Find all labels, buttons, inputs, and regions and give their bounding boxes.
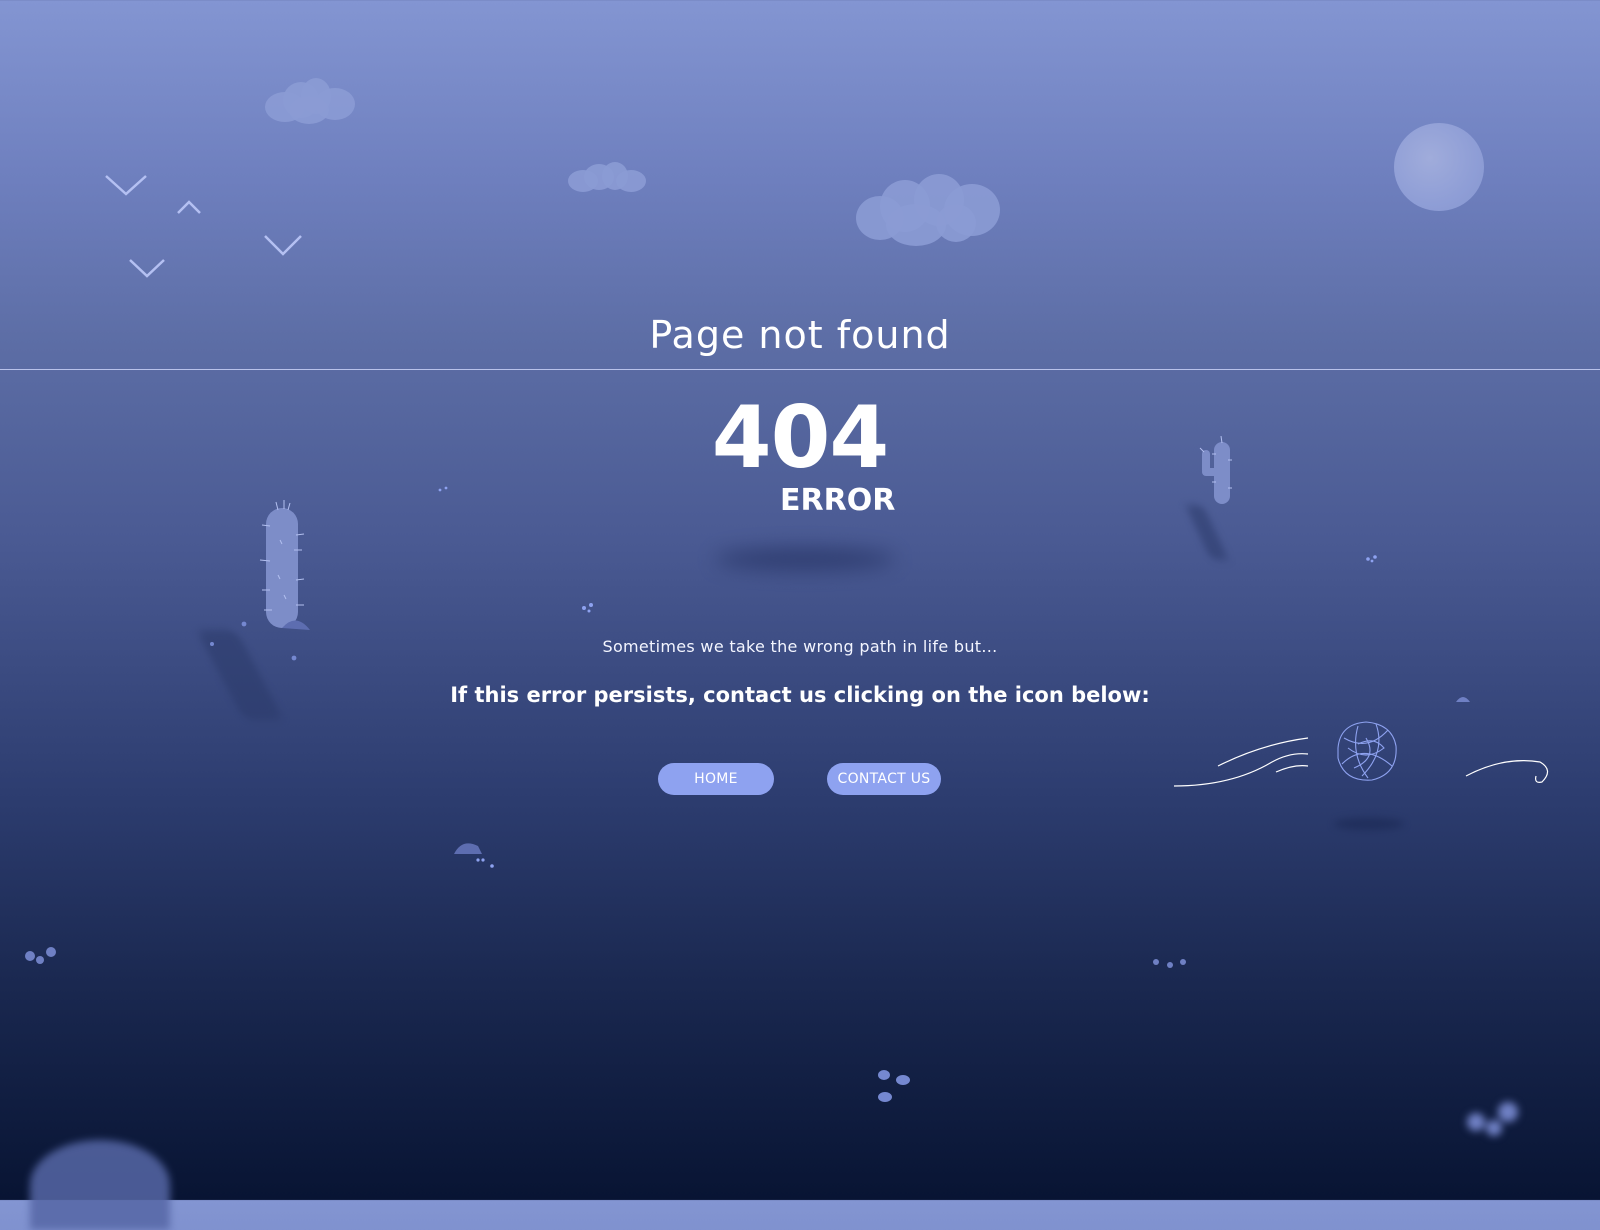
- horizon-line: [0, 369, 1600, 370]
- cloud-icon: [568, 162, 650, 196]
- bird-icon: [129, 259, 165, 278]
- contact-us-button[interactable]: CONTACT US: [827, 763, 941, 795]
- home-button[interactable]: HOME: [658, 763, 774, 795]
- moon-icon: [1394, 123, 1484, 211]
- birds-group: [105, 175, 302, 278]
- error-code: 404: [711, 388, 890, 488]
- rock-icon: [30, 1140, 170, 1230]
- error-shadow: [715, 548, 895, 570]
- cactus-icon: [259, 500, 310, 630]
- rock-icon: [454, 843, 494, 868]
- pebbles-icon: [1467, 1102, 1518, 1136]
- bird-icon: [177, 200, 201, 214]
- cactus-shadow: [1185, 505, 1229, 560]
- cloud-icon: [265, 78, 361, 128]
- pebbles-icon: [1153, 959, 1186, 968]
- page-title: Page not found: [649, 313, 951, 357]
- tumbleweed-icon: [1337, 721, 1397, 781]
- bird-icon: [105, 175, 147, 196]
- pebbles-icon: [25, 947, 56, 964]
- scene: Page not found 404 ERROR Sometimes we ta…: [0, 0, 1600, 1230]
- wind-icon: [1465, 760, 1549, 783]
- pebbles-icon: [1366, 555, 1377, 563]
- tumbleweed-shadow: [1334, 818, 1404, 830]
- pebbles-icon: [582, 603, 593, 613]
- cloud-icon: [856, 174, 1006, 248]
- instruction-text: If this error persists, contact us click…: [450, 683, 1150, 707]
- pebbles-icon: [878, 1070, 910, 1102]
- wind-icon: [1173, 737, 1309, 787]
- tagline-text: Sometimes we take the wrong path in life…: [602, 637, 998, 656]
- pebbles-icon: [438, 486, 448, 492]
- error-label: ERROR: [780, 483, 896, 518]
- bird-icon: [264, 235, 302, 256]
